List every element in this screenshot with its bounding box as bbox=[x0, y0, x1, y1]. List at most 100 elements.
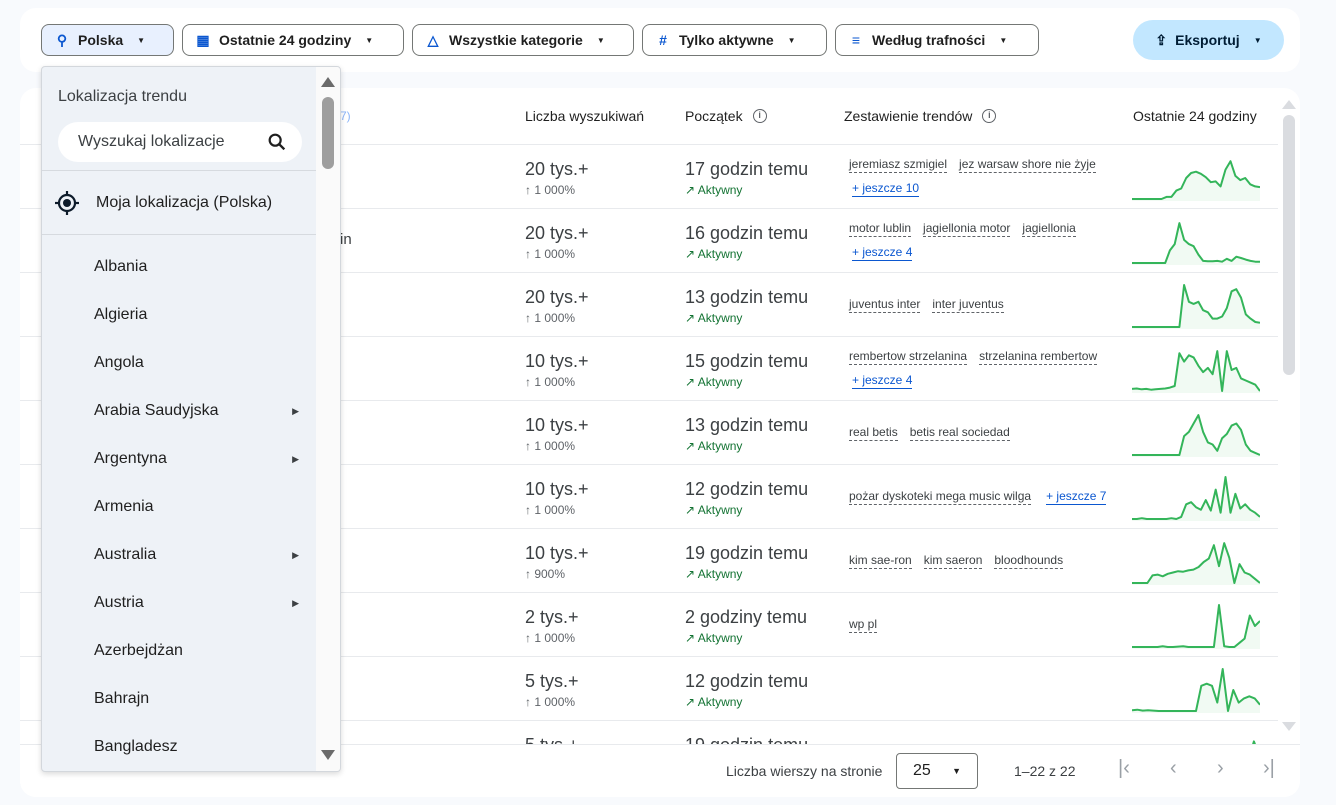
active-status-label: Aktywny bbox=[697, 695, 743, 709]
caret-down-icon: ▼ bbox=[596, 35, 605, 45]
location-item[interactable]: Azerbejdżan bbox=[42, 627, 317, 675]
table-scrollbar[interactable] bbox=[1282, 100, 1296, 731]
submenu-arrow-icon[interactable]: ▶ bbox=[292, 598, 299, 609]
dropdown-scrollbar[interactable] bbox=[316, 67, 340, 771]
trend-chip[interactable]: jeremiasz szmigiel bbox=[849, 157, 948, 173]
start-time: 13 godzin temu bbox=[685, 415, 809, 435]
category-shapes-icon: △ bbox=[427, 31, 439, 48]
rows-per-page-select[interactable]: 25 ▼ bbox=[896, 753, 978, 789]
start-time: 19 godzin temu bbox=[685, 543, 809, 563]
location-item[interactable]: Angola bbox=[42, 339, 317, 387]
scroll-thumb[interactable] bbox=[1283, 115, 1295, 375]
sort-filter-label: Według trafności bbox=[872, 32, 986, 48]
page-range: 1–22 z 22 bbox=[1014, 763, 1076, 779]
first-page-icon[interactable]: |‹ bbox=[1118, 757, 1130, 780]
location-item-label: Australia bbox=[94, 546, 157, 563]
location-item[interactable]: Albania bbox=[42, 243, 317, 291]
scroll-down-icon[interactable] bbox=[1282, 722, 1296, 731]
trending-up-icon: ↗ bbox=[685, 567, 698, 581]
caret-down-icon: ▼ bbox=[787, 35, 796, 45]
caret-down-icon: ▼ bbox=[365, 35, 374, 45]
volume-increase: ↑ 1 000% bbox=[525, 183, 576, 197]
trending-up-icon: ↗ bbox=[685, 311, 698, 325]
start-time: 2 godziny temu bbox=[685, 607, 808, 627]
trend-chip[interactable]: rembertow strzelanina bbox=[849, 349, 968, 365]
trend-chip[interactable]: inter juventus bbox=[932, 297, 1004, 313]
location-item[interactable]: Argentyna ▶ bbox=[42, 435, 317, 483]
header-volume[interactable]: Liczba wyszukiwań bbox=[525, 108, 644, 124]
location-item[interactable]: Arabia Saudyjska ▶ bbox=[42, 387, 317, 435]
volume-increase: ↑ 1 000% bbox=[525, 695, 576, 709]
search-volume: 2 tys.+ bbox=[525, 607, 579, 627]
header-start[interactable]: Początek i bbox=[685, 108, 767, 124]
volume-increase: ↑ 1 000% bbox=[525, 311, 576, 325]
active-status: ↗ Aktywny bbox=[685, 247, 742, 261]
location-item[interactable]: Armenia bbox=[42, 483, 317, 531]
info-icon[interactable]: i bbox=[752, 109, 767, 123]
active-status-label: Aktywny bbox=[697, 375, 743, 389]
more-trends-link[interactable]: + jeszcze 4 bbox=[852, 245, 913, 261]
active-status: ↗ Aktywny bbox=[685, 567, 742, 581]
start-time: 15 godzin temu bbox=[685, 351, 809, 371]
location-item[interactable]: Bangladesz bbox=[42, 723, 317, 771]
more-trends-link[interactable]: + jeszcze 10 bbox=[852, 181, 920, 197]
location-item[interactable]: Algieria bbox=[42, 291, 317, 339]
trend-chip[interactable]: jagiellonia bbox=[1022, 221, 1076, 237]
trend-chip[interactable]: juventus inter bbox=[849, 297, 921, 313]
prev-page-icon[interactable]: ‹ bbox=[1170, 757, 1177, 780]
next-page-icon[interactable]: › bbox=[1217, 757, 1224, 780]
active-status: ↗ Aktywny bbox=[685, 311, 742, 325]
export-button[interactable]: ⇪ Eksportuj ▼ bbox=[1133, 20, 1284, 60]
location-search-input[interactable]: Wyszukaj lokalizacje bbox=[58, 122, 302, 162]
trending-up-icon: ↗ bbox=[685, 631, 698, 645]
submenu-arrow-icon[interactable]: ▶ bbox=[292, 454, 299, 465]
dropdown-title: Lokalizacja trendu bbox=[58, 88, 187, 105]
search-volume: 10 tys.+ bbox=[525, 543, 589, 563]
header-volume-label: Liczba wyszukiwań bbox=[525, 108, 645, 124]
trend-chip[interactable]: betis real sociedad bbox=[909, 425, 1010, 441]
location-item[interactable]: Australia ▶ bbox=[42, 531, 317, 579]
trend-chip[interactable]: jagiellonia motor bbox=[923, 221, 1011, 237]
location-item[interactable]: Bahrajn bbox=[42, 675, 317, 723]
trend-chip[interactable]: bloodhounds bbox=[994, 553, 1064, 569]
my-location-item[interactable]: Moja lokalizacja (Polska) bbox=[42, 170, 317, 235]
status-filter-button[interactable]: # Tylko aktywne ▼ bbox=[642, 24, 827, 56]
submenu-arrow-icon[interactable]: ▶ bbox=[292, 550, 299, 561]
sparkline-area bbox=[1132, 161, 1260, 201]
trend-chip[interactable]: real betis bbox=[849, 425, 898, 441]
search-icon[interactable] bbox=[266, 131, 288, 153]
active-status: ↗ Aktywny bbox=[685, 503, 742, 517]
my-location-icon bbox=[55, 190, 79, 215]
scroll-down-icon[interactable] bbox=[321, 750, 335, 760]
search-volume: 10 tys.+ bbox=[525, 351, 589, 371]
scroll-thumb[interactable] bbox=[322, 97, 334, 169]
sort-filter-button[interactable]: ≡ Według trafności ▼ bbox=[835, 24, 1039, 56]
scroll-up-icon[interactable] bbox=[1282, 100, 1296, 109]
time-filter-button[interactable]: ▦ Ostatnie 24 godziny ▼ bbox=[182, 24, 404, 56]
trend-chip[interactable]: kim sae-ron bbox=[849, 553, 912, 569]
more-trends-link[interactable]: + jeszcze 4 bbox=[852, 373, 913, 389]
location-item[interactable]: Austria ▶ bbox=[42, 579, 317, 627]
trend-chip[interactable]: motor lublin bbox=[849, 221, 912, 237]
info-icon[interactable]: i bbox=[982, 109, 997, 123]
trend-chip[interactable]: kim saeron bbox=[923, 553, 983, 569]
location-item-label: Angola bbox=[94, 354, 144, 371]
header-start-label: Początek bbox=[685, 108, 743, 124]
location-pin-icon: ⚲ bbox=[56, 31, 68, 48]
trend-chip[interactable]: strzelanina rembertow bbox=[979, 349, 1098, 365]
trend-chip[interactable]: wp pl bbox=[849, 617, 878, 633]
last-page-icon[interactable]: ›| bbox=[1263, 757, 1275, 780]
scroll-up-icon[interactable] bbox=[321, 77, 335, 87]
trend-breakdown: wp pl bbox=[849, 593, 1109, 657]
trending-up-icon: ↗ bbox=[685, 183, 698, 197]
category-filter-button[interactable]: △ Wszystkie kategorie ▼ bbox=[412, 24, 634, 56]
location-filter-button[interactable]: ⚲ Polska ▼ bbox=[41, 24, 174, 56]
trend-chip[interactable]: jez warsaw shore nie żyje bbox=[959, 157, 1096, 173]
more-trends-link[interactable]: + jeszcze 7 bbox=[1046, 489, 1107, 505]
sort-lines-icon: ≡ bbox=[851, 32, 861, 48]
trend-chip[interactable]: pożar dyskoteki mega music wilga bbox=[849, 489, 1032, 505]
location-item-label: Arabia Saudyjska bbox=[94, 402, 219, 419]
export-label: Eksportuj bbox=[1175, 32, 1240, 48]
submenu-arrow-icon[interactable]: ▶ bbox=[292, 406, 299, 417]
trend-breakdown: real betis betis real sociedad bbox=[849, 401, 1109, 465]
